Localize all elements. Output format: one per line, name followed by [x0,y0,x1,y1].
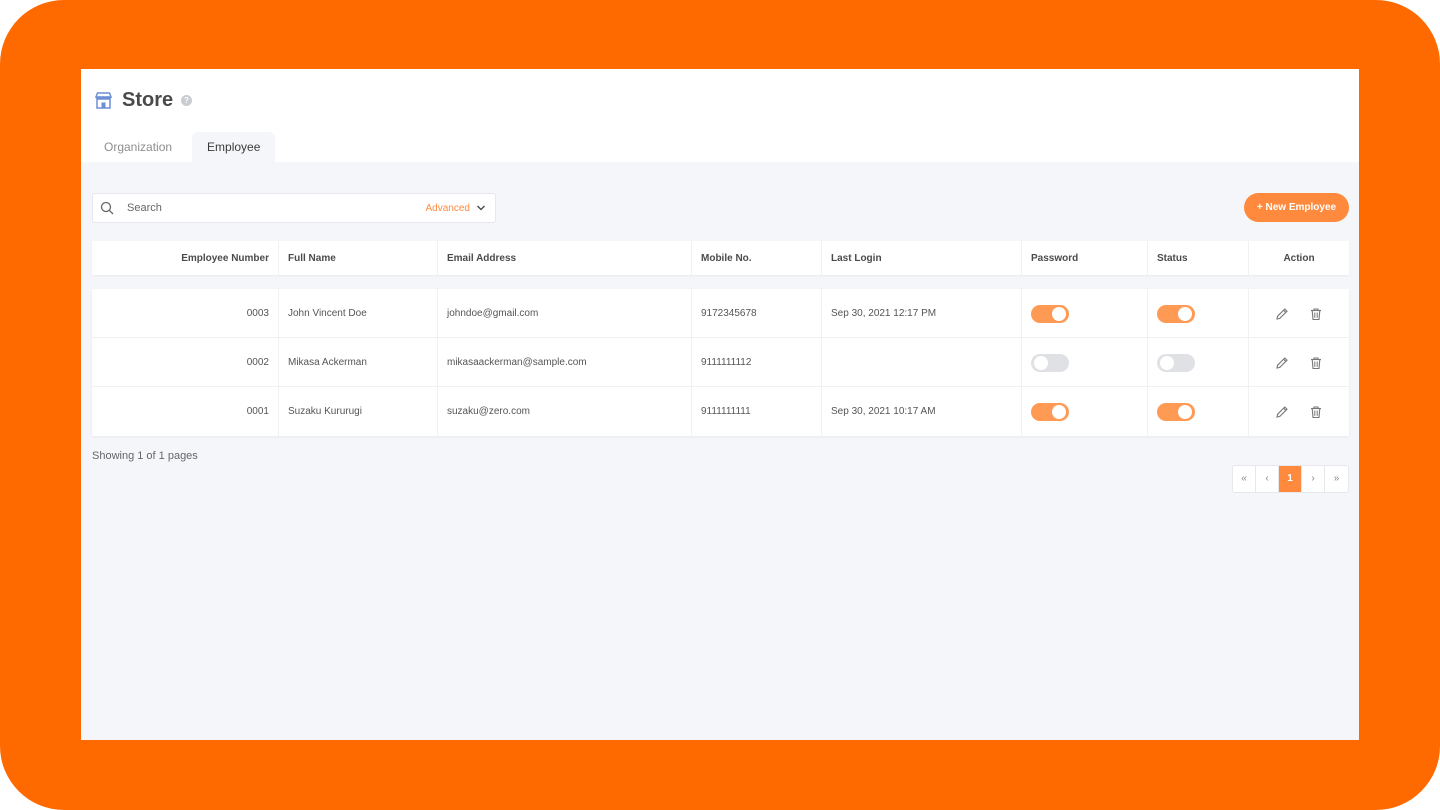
table-body: 0003 John Vincent Doe johndoe@gmail.com … [92,289,1349,436]
chevron-down-icon [476,203,486,213]
page-status: Showing 1 of 1 pages [92,450,198,462]
column-header: Full Name [279,241,438,275]
new-employee-button[interactable]: + New Employee [1244,193,1349,222]
toggle-knob [1178,306,1192,321]
password-cell [1022,387,1148,436]
employee-number: 0002 [92,338,279,387]
trash-icon[interactable] [1309,307,1323,321]
last-page-button[interactable]: » [1325,466,1348,492]
app-window: Store ? Organization Employee Advanced +… [81,69,1359,740]
column-header: Password [1022,241,1148,275]
status-toggle[interactable] [1157,353,1195,372]
toggle-knob [1160,355,1174,370]
status-cell [1148,338,1249,387]
status-cell [1148,289,1249,338]
mobile-number: 9111111111 [692,387,822,436]
column-header: Last Login [822,241,1022,275]
email-address: suzaku@zero.com [438,387,692,436]
table-row: 0002 Mikasa Ackerman mikasaackerman@samp… [92,338,1349,387]
status-toggle[interactable] [1157,304,1195,323]
password-cell [1022,338,1148,387]
page-1-button[interactable]: 1 [1279,466,1302,492]
last-login [822,338,1022,387]
password-toggle[interactable] [1031,353,1069,372]
full-name: Suzaku Kururugi [279,387,438,436]
table-row: 0001 Suzaku Kururugi suzaku@zero.com 911… [92,387,1349,436]
action-cell [1249,387,1349,436]
column-header: Mobile No. [692,241,822,275]
tab-organization[interactable]: Organization [89,132,187,162]
status-toggle[interactable] [1157,402,1195,421]
prev-page-button[interactable]: ‹ [1256,466,1279,492]
action-cell [1249,338,1349,387]
last-login: Sep 30, 2021 10:17 AM [822,387,1022,436]
advanced-filter-toggle[interactable]: Advanced [426,203,495,214]
search-input[interactable] [127,202,407,214]
column-header: Employee Number [92,241,279,275]
trash-icon[interactable] [1309,405,1323,419]
pagination: « ‹ 1 › » [1232,465,1349,493]
status-cell [1148,387,1249,436]
pencil-icon[interactable] [1275,356,1289,370]
table-header: Employee Number Full Name Email Address … [92,241,1349,275]
store-icon [94,91,113,110]
page-header: Store ? Organization Employee [81,69,1359,162]
last-login: Sep 30, 2021 12:17 PM [822,289,1022,338]
toggle-knob [1052,306,1066,321]
full-name: John Vincent Doe [279,289,438,338]
column-header: Email Address [438,241,692,275]
password-cell [1022,289,1148,338]
next-page-button[interactable]: › [1302,466,1325,492]
email-address: mikasaackerman@sample.com [438,338,692,387]
column-header: Action [1283,252,1315,264]
toggle-knob [1178,404,1192,419]
full-name: Mikasa Ackerman [279,338,438,387]
toggle-knob [1052,404,1066,419]
trash-icon[interactable] [1309,356,1323,370]
password-toggle[interactable] [1031,304,1069,323]
search-icon [100,201,114,215]
password-toggle[interactable] [1031,402,1069,421]
page-title: Store [122,89,174,111]
email-address: johndoe@gmail.com [438,289,692,338]
employee-number: 0003 [92,289,279,338]
first-page-button[interactable]: « [1233,466,1256,492]
toggle-knob [1034,355,1048,370]
advanced-label: Advanced [425,202,470,214]
employee-table: Employee Number Full Name Email Address … [92,241,1349,436]
employee-number: 0001 [92,387,279,436]
column-header: Status [1148,241,1249,275]
mobile-number: 9111111112 [692,338,822,387]
tab-employee[interactable]: Employee [192,132,276,162]
tab-bar: Organization Employee [89,132,280,162]
action-cell [1249,289,1349,338]
help-icon[interactable]: ? [181,95,193,106]
pencil-icon[interactable] [1275,405,1289,419]
mobile-number: 9172345678 [692,289,822,338]
pencil-icon[interactable] [1275,307,1289,321]
table-row: 0003 John Vincent Doe johndoe@gmail.com … [92,289,1349,338]
title-row: Store ? [94,89,193,112]
search-bar: Advanced [92,193,496,223]
